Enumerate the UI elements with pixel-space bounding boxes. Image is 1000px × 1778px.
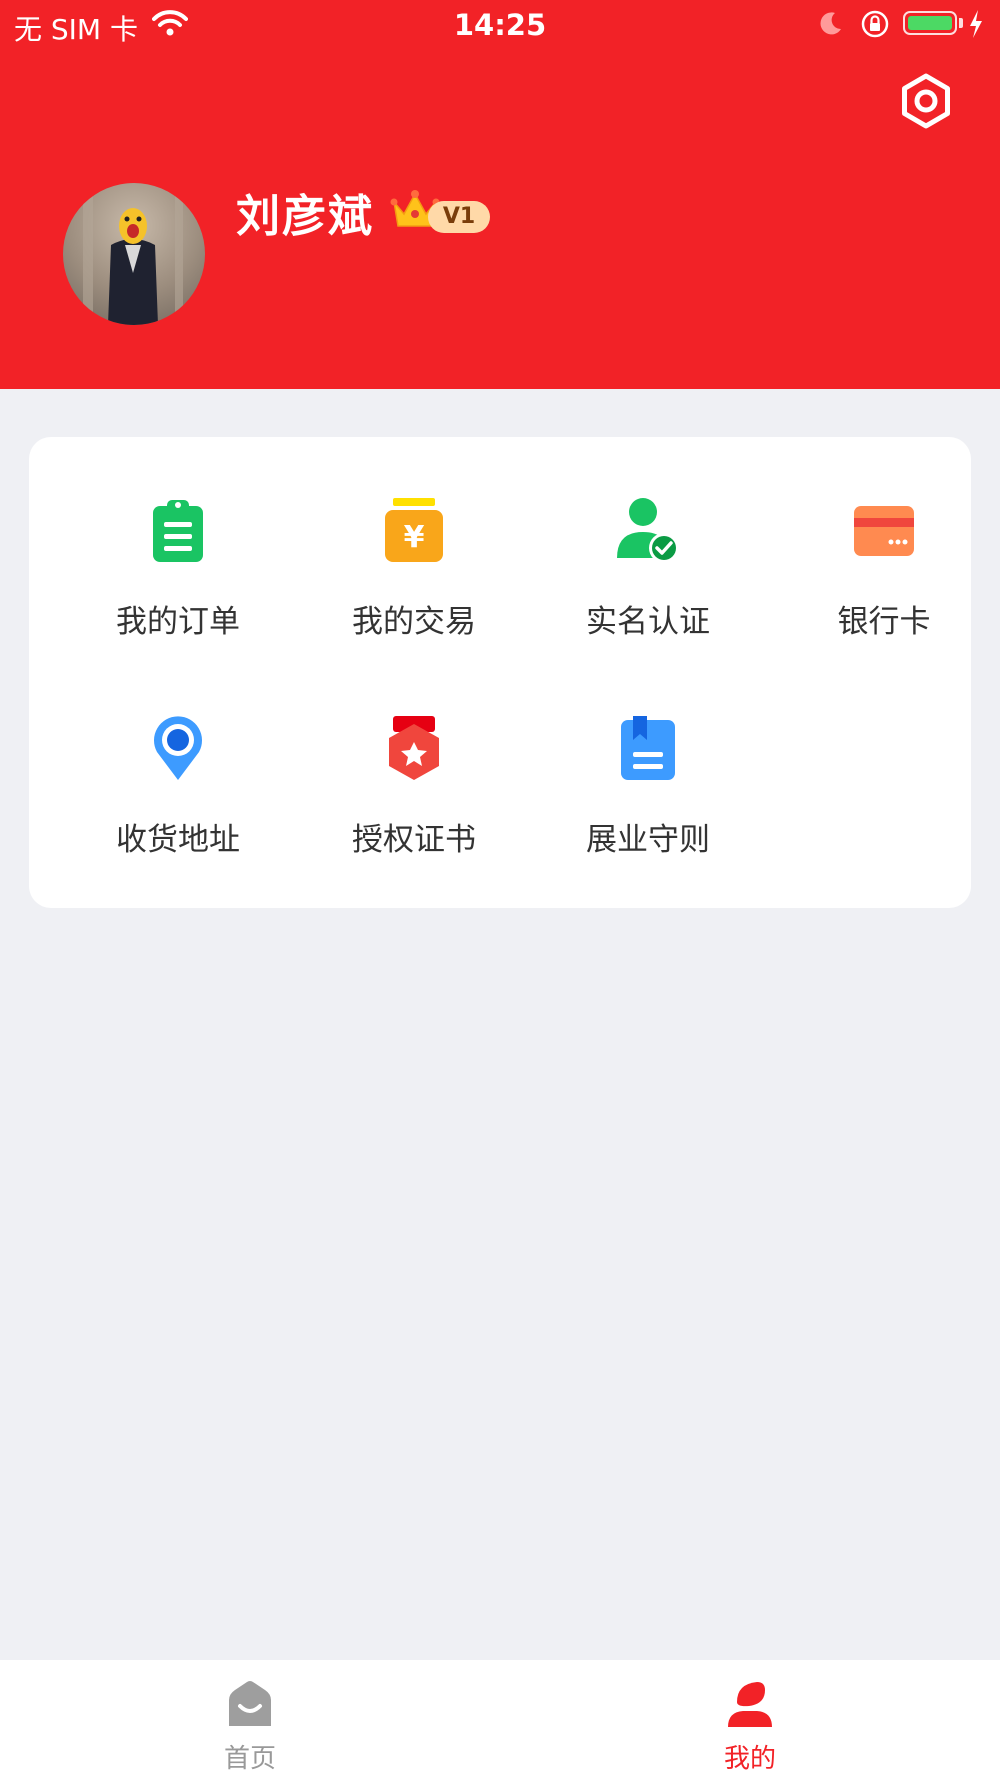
menu-label: 授权证书 (352, 822, 476, 858)
user-name: 刘彦斌 (236, 191, 374, 242)
settings-gear-icon (902, 73, 950, 129)
verified-user-icon (613, 496, 683, 566)
menu-label: 银行卡 (837, 604, 931, 640)
avatar[interactable] (63, 183, 205, 325)
rotation-lock-icon (860, 9, 890, 43)
menu-item-business-guidelines[interactable]: 展业守则 (548, 714, 748, 894)
bottom-tab-bar: 首页 我的 (0, 1660, 1000, 1778)
services-card: 我的订单 ¥ 我的交易 实名认证 银行卡 收货地址 授权证书 展业守则 (29, 437, 971, 908)
menu-label: 实名认证 (586, 604, 710, 640)
level-badge: V1 (428, 201, 490, 233)
yuan-jar-icon: ¥ (379, 496, 449, 566)
menu-item-real-name-verification[interactable]: 实名认证 (548, 496, 748, 676)
menu-label: 展业守则 (586, 822, 710, 858)
charging-icon (968, 9, 984, 43)
bank-card-icon (849, 496, 919, 566)
certificate-medal-icon (379, 714, 449, 784)
tab-label: 首页 (223, 1744, 276, 1774)
home-icon (225, 1680, 275, 1730)
rulebook-icon (613, 714, 683, 784)
menu-label: 我的交易 (352, 604, 476, 640)
profile-icon (725, 1680, 775, 1730)
tab-home[interactable]: 首页 (0, 1660, 500, 1778)
settings-button[interactable] (897, 72, 955, 130)
menu-label: 收货地址 (116, 822, 240, 858)
menu-label: 我的订单 (116, 604, 240, 640)
svg-text:¥: ¥ (404, 520, 425, 555)
battery-cap (959, 18, 963, 28)
menu-item-transactions[interactable]: ¥ 我的交易 (314, 496, 514, 676)
do-not-disturb-icon (818, 10, 844, 40)
status-bar: 无 SIM 卡 14:25 (0, 0, 1000, 50)
order-clipboard-icon (143, 496, 213, 566)
battery-icon (903, 11, 957, 35)
profile-header: 无 SIM 卡 14:25 刘彦斌 V1 (0, 0, 1000, 389)
menu-item-orders[interactable]: 我的订单 (78, 496, 278, 676)
menu-item-shipping-address[interactable]: 收货地址 (78, 714, 278, 894)
tab-mine[interactable]: 我的 (500, 1660, 1000, 1778)
menu-item-authorization-certificate[interactable]: 授权证书 (314, 714, 514, 894)
status-time: 14:25 (453, 8, 547, 42)
tab-label: 我的 (723, 1744, 776, 1774)
location-pin-icon (143, 714, 213, 784)
menu-item-bank-card[interactable]: 银行卡 (784, 496, 984, 676)
